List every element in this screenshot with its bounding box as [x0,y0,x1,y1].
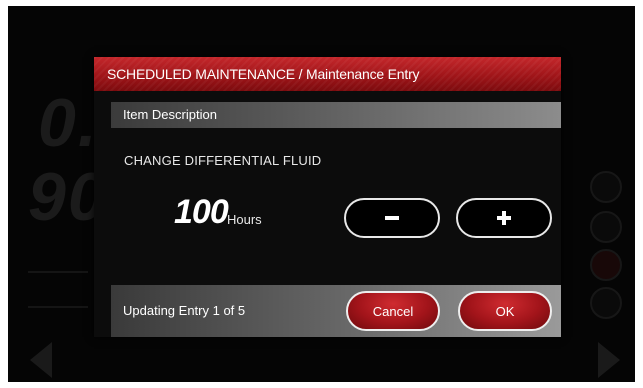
background-indicator [590,287,622,319]
hours-unit-label: Hours [227,212,262,227]
maintenance-entry-dialog: SCHEDULED MAINTENANCE / Maintenance Entr… [94,57,561,337]
ok-button[interactable]: OK [458,291,552,331]
cancel-button[interactable]: Cancel [346,291,440,331]
item-description-header: Item Description [111,102,561,128]
background-indicator [590,211,622,243]
background-divider [28,271,88,273]
increment-button[interactable] [456,198,552,238]
background-divider [28,306,88,308]
plus-icon [497,211,511,225]
item-description-value: CHANGE DIFFERENTIAL FLUID [124,153,322,168]
background-left-arrow-icon [30,342,52,378]
entry-status-text: Updating Entry 1 of 5 [123,303,246,318]
background-indicator [590,171,622,203]
minus-icon [385,216,399,220]
dialog-footer: Updating Entry 1 of 5 Cancel OK [111,285,561,337]
hours-value: 100 [174,193,229,231]
background-right-arrow-icon [598,342,620,378]
display-screen: 0.0 90. SCHEDULED MAINTENANCE / Maintena… [8,6,635,382]
dialog-title: SCHEDULED MAINTENANCE / Maintenance Entr… [94,57,561,91]
decrement-button[interactable] [344,198,440,238]
background-indicator [590,249,622,281]
